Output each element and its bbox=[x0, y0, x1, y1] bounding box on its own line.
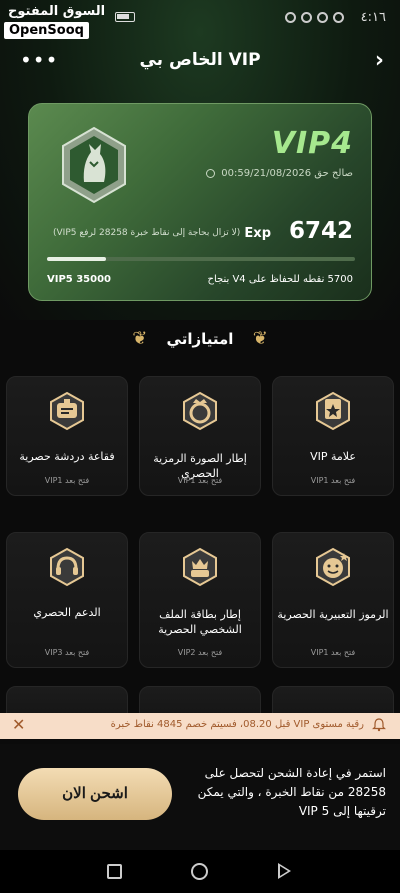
tile-title: الرموز التعبيرية الحصرية bbox=[277, 608, 389, 621]
recharge-panel: اشحن الان استمر في إعادة الشحن لتحصل على… bbox=[0, 744, 400, 850]
tile-unlock-note: فتح بعد VIP1 bbox=[177, 476, 223, 485]
watermark-logo: OpenSooq bbox=[4, 22, 89, 39]
privilege-tile-support[interactable]: الدعم الحصري فتح بعد VIP3 bbox=[6, 532, 128, 668]
notification-icon bbox=[333, 12, 344, 23]
system-nav-bar bbox=[0, 850, 400, 893]
notification-icon bbox=[285, 12, 296, 23]
exp-value: 6742 bbox=[288, 218, 353, 244]
exp-label: Exp bbox=[244, 226, 271, 241]
status-time: ٤:١٦ bbox=[360, 10, 386, 25]
exp-note: (لا تزال بحاجة إلى نقاط خبرة 28258 لرفع … bbox=[53, 228, 241, 238]
recent-apps-icon[interactable] bbox=[107, 864, 122, 879]
privileges-heading: ❦ امتيازاتي ❦ bbox=[0, 328, 400, 349]
chevron-right-icon[interactable]: › bbox=[375, 48, 384, 73]
status-bar: السوق المفتوح OpenSooq ٤:١٦ bbox=[0, 0, 400, 42]
privileges-title: امتيازاتي bbox=[166, 329, 234, 348]
tile-title: علامة VIP bbox=[310, 450, 356, 463]
validity-text: صالح حق 00:59/21/08/2026 bbox=[221, 168, 353, 179]
tile-title: إطار بطاقة الملف الشخصي الحصرية bbox=[158, 608, 242, 636]
page-title: الخاص بي VIP bbox=[139, 50, 261, 70]
recharge-prompt: استمر في إعادة الشحن لتحصل على 28258 من … bbox=[197, 766, 386, 818]
keep-level-note: 5700 نقطه للحفاظ على V4 بنجاح bbox=[207, 274, 354, 285]
bell-icon bbox=[372, 718, 386, 732]
privilege-tile-chat-bubble[interactable]: فقاعة دردشة حصرية فتح بعد VIP1 bbox=[6, 376, 128, 496]
tile-unlock-note: فتح بعد VIP1 bbox=[310, 476, 356, 485]
vip-horse-badge-icon bbox=[62, 126, 126, 204]
watermark-arabic: السوق المفتوح bbox=[8, 4, 106, 19]
profile-card-frame-icon bbox=[183, 547, 217, 587]
tile-unlock-note: فتح بعد VIP1 bbox=[44, 476, 90, 485]
vip-badge-icon bbox=[316, 391, 350, 431]
clock-icon bbox=[206, 169, 216, 178]
laurel-right-icon: ❦ bbox=[252, 328, 268, 349]
tile-unlock-note: فتح بعد VIP1 bbox=[310, 648, 356, 657]
notification-icon bbox=[317, 12, 328, 23]
privilege-tile-profile-card-frame[interactable]: إطار بطاقة الملف الشخصي الحصرية فتح بعد … bbox=[139, 532, 261, 668]
page-header: ••• الخاص بي VIP › bbox=[0, 46, 400, 80]
privilege-tile-emoji[interactable]: الرموز التعبيرية الحصرية فتح بعد VIP1 bbox=[272, 532, 394, 668]
back-nav-icon[interactable] bbox=[278, 863, 291, 879]
tile-unlock-note: فتح بعد VIP3 bbox=[44, 648, 90, 657]
home-icon[interactable] bbox=[191, 863, 208, 880]
notification-icons bbox=[285, 12, 344, 23]
avatar-frame-icon bbox=[183, 391, 217, 431]
vip-level: VIP4 bbox=[271, 126, 353, 161]
exp-deduction-banner: رقية مستوى VIP قبل 08.20، فسيتم خصم 4845… bbox=[0, 713, 400, 739]
close-icon[interactable]: ✕ bbox=[12, 715, 25, 734]
exp-row: 6742 Exp (لا تزال بحاجة إلى نقاط خبرة 28… bbox=[49, 218, 353, 252]
chat-bubble-icon bbox=[50, 391, 84, 431]
exp-progress-bar bbox=[47, 257, 355, 261]
tile-title: فقاعة دردشة حصرية bbox=[19, 450, 115, 463]
vip-status-card: VIP4 صالح حق 00:59/21/08/2026 6742 Exp (… bbox=[28, 103, 372, 301]
tile-unlock-note: فتح بعد VIP2 bbox=[177, 648, 223, 657]
privilege-tile-avatar-frame[interactable]: إطار الصورة الرمزية الحصري فتح بعد VIP1 bbox=[139, 376, 261, 496]
exp-progress-fill bbox=[47, 257, 106, 261]
battery-icon bbox=[115, 12, 135, 22]
validity-date: صالح حق 00:59/21/08/2026 bbox=[206, 168, 353, 179]
recharge-now-button[interactable]: اشحن الان bbox=[18, 768, 172, 820]
banner-text: رقية مستوى VIP قبل 08.20، فسيتم خصم 4845… bbox=[110, 719, 364, 730]
laurel-left-icon: ❦ bbox=[132, 328, 148, 349]
tile-title: الدعم الحصري bbox=[33, 606, 101, 619]
notification-icon bbox=[301, 12, 312, 23]
privilege-tile-vip-badge[interactable]: علامة VIP فتح بعد VIP1 bbox=[272, 376, 394, 496]
next-level-threshold: VIP5 35000 bbox=[47, 274, 112, 285]
headset-icon bbox=[50, 547, 84, 587]
emoji-icon bbox=[316, 547, 350, 587]
